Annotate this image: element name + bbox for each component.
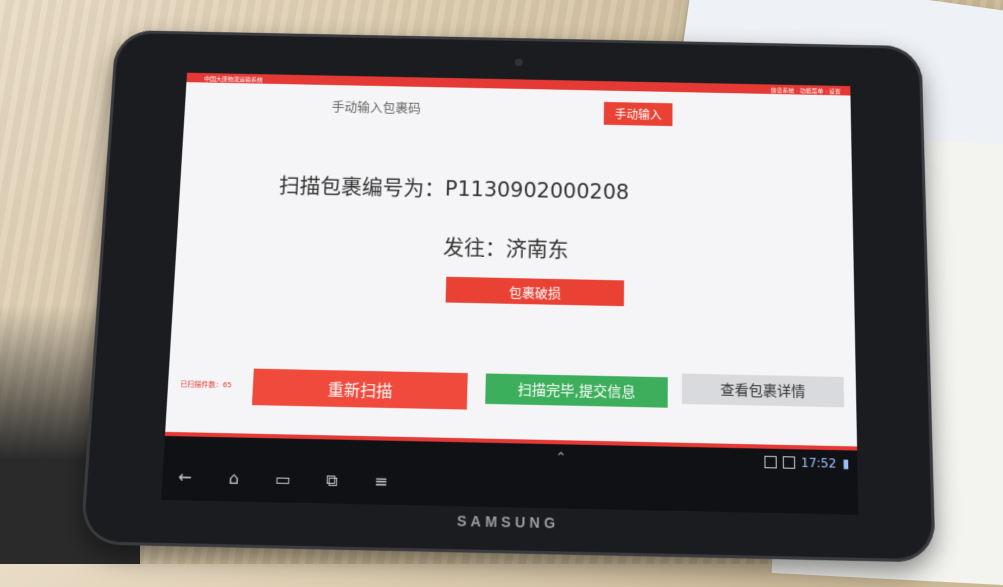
status-area: 17:52 ▮ bbox=[764, 455, 849, 471]
view-package-details-button[interactable]: 查看包裹详情 bbox=[682, 374, 844, 408]
rescan-button[interactable]: 重新扫描 bbox=[252, 369, 468, 410]
storage-icon bbox=[783, 456, 795, 469]
battery-icon: ▮ bbox=[842, 456, 849, 471]
back-icon[interactable]: ← bbox=[174, 467, 196, 488]
action-row: 已扫描件数：65 重新扫描 扫描完毕,提交信息 查看包裹详情 bbox=[167, 347, 857, 422]
clock: 17:52 bbox=[801, 456, 837, 471]
menu-icon[interactable]: ≡ bbox=[370, 471, 391, 492]
notification-icon bbox=[764, 456, 776, 469]
camera-icon bbox=[515, 59, 523, 67]
manual-input-button[interactable]: 手动输入 bbox=[604, 102, 673, 126]
recent-apps-icon[interactable]: ▭ bbox=[272, 469, 293, 490]
scanned-count: 已扫描件数：65 bbox=[180, 379, 232, 390]
destination-text: 发往：济南东 bbox=[443, 231, 569, 263]
manual-input-label: 手动输入包裹码 bbox=[331, 96, 421, 116]
chevron-up-icon[interactable]: ⌃ bbox=[555, 450, 566, 466]
tablet-screen: 中国大唐物流运输系统 信息系统 · 功能菜单 · 设置 手动输入包裹码 手动输入… bbox=[161, 73, 858, 515]
nav-buttons: ← ⌂ ▭ ⧉ ≡ bbox=[174, 467, 392, 492]
scanned-package-id: 扫描包裹编号为：P1130902000208 bbox=[278, 170, 629, 206]
submit-scan-button[interactable]: 扫描完毕,提交信息 bbox=[485, 373, 668, 407]
tablet-device: 中国大唐物流运输系统 信息系统 · 功能菜单 · 设置 手动输入包裹码 手动输入… bbox=[80, 30, 936, 563]
system-nav-bar: ⌃ ← ⌂ ▭ ⧉ ≡ 17:52 ▮ bbox=[161, 436, 858, 515]
package-damaged-button[interactable]: 包裹破损 bbox=[446, 277, 625, 306]
screenshot-icon[interactable]: ⧉ bbox=[321, 470, 342, 491]
home-icon[interactable]: ⌂ bbox=[223, 468, 245, 489]
main-content: 手动输入包裹码 手动输入 扫描包裹编号为：P1130902000208 发往：济… bbox=[166, 82, 857, 430]
